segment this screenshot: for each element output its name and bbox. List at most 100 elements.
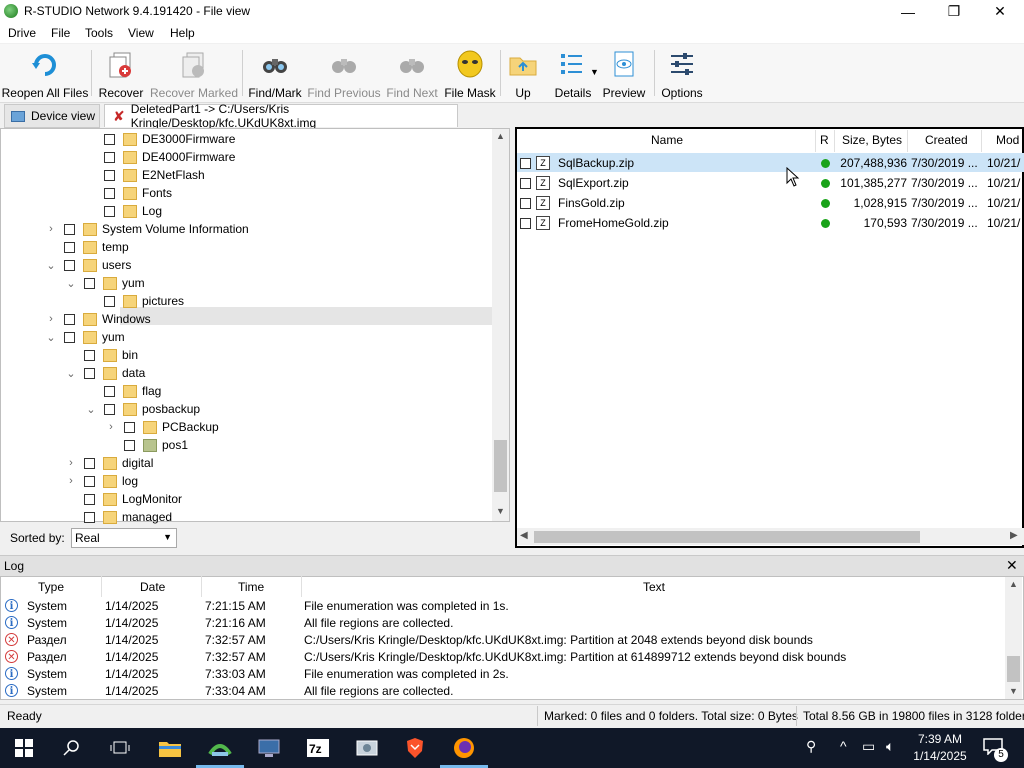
menu-file[interactable]: File [51, 26, 70, 40]
people-icon[interactable]: ⚲ [806, 738, 816, 755]
menu-drive[interactable]: Drive [8, 26, 36, 40]
tree-item[interactable]: › digital [64, 454, 153, 472]
preview-button[interactable]: Preview [600, 46, 648, 100]
tree-expander-icon[interactable]: ⌄ [44, 258, 58, 272]
file-row[interactable]: Z SqlBackup.zip 207,488,936 7/30/2019 ... 10… [517, 153, 1024, 173]
log-row[interactable]: ✕ Раздел 1/14/2025 7:32:57 AM C:/Users/Kris … [2, 648, 1005, 665]
tree-checkbox[interactable] [64, 331, 75, 343]
r-studio-taskbar-icon[interactable] [206, 734, 234, 762]
column-size[interactable]: Size, Bytes [842, 133, 902, 149]
column-divider[interactable] [834, 130, 835, 152]
tree-checkbox[interactable] [104, 295, 115, 307]
file-row[interactable]: Z SqlExport.zip 101,385,277 7/30/2019 ... 10… [517, 173, 1024, 193]
tree-item[interactable]: temp [44, 238, 129, 256]
scroll-up-arrow-icon[interactable]: ▲ [496, 131, 505, 141]
tree-checkbox[interactable] [104, 385, 115, 397]
tree-checkbox[interactable] [64, 313, 75, 325]
tree-checkbox[interactable] [84, 349, 95, 361]
sorted-by-select[interactable]: Real ▼ [71, 528, 177, 548]
tree-item[interactable]: › System Volume Information [44, 220, 249, 238]
tree-item[interactable]: managed [64, 508, 172, 526]
brave-browser-icon[interactable] [401, 734, 429, 762]
tree-expander-icon[interactable]: ⌄ [84, 402, 98, 416]
network-manager-icon[interactable] [255, 734, 283, 762]
tree-expander-icon[interactable]: ⌄ [44, 330, 58, 344]
file-mask-button[interactable]: File Mask [444, 46, 496, 100]
find-next-button[interactable]: Find Next [384, 46, 440, 100]
log-column-time[interactable]: Time [238, 580, 264, 594]
log-column-divider[interactable] [201, 576, 202, 597]
tree-expander-icon[interactable]: › [44, 222, 58, 236]
tray-chevron-up-icon[interactable]: ^ [840, 738, 847, 754]
log-column-divider[interactable] [101, 576, 102, 597]
close-button[interactable]: ✕ [977, 0, 1023, 23]
tree-checkbox[interactable] [104, 133, 115, 145]
tree-item[interactable]: Fonts [84, 184, 172, 202]
log-scroll-down-icon[interactable]: ▼ [1009, 686, 1018, 696]
tree-checkbox[interactable] [84, 493, 95, 505]
file-checkbox[interactable] [520, 217, 531, 229]
tree-item[interactable]: Log [84, 202, 162, 220]
tree-checkbox[interactable] [64, 223, 75, 235]
log-scroll-thumb[interactable] [1007, 656, 1020, 682]
tree-item[interactable]: LogMonitor [64, 490, 182, 508]
disk-utility-icon[interactable] [353, 734, 381, 762]
log-column-divider[interactable] [301, 576, 302, 597]
find-mark-button[interactable]: Find/Mark [248, 46, 302, 100]
scroll-down-arrow-icon[interactable]: ▼ [496, 506, 505, 516]
column-name[interactable]: Name [651, 133, 683, 149]
tree-checkbox[interactable] [104, 187, 115, 199]
network-icon[interactable]: ▭ [862, 738, 875, 755]
file-checkbox[interactable] [520, 177, 531, 189]
search-icon[interactable] [58, 734, 86, 762]
column-divider[interactable] [815, 130, 816, 152]
tree-item[interactable]: ⌄ users [44, 256, 131, 274]
log-column-date[interactable]: Date [140, 580, 165, 594]
tree-item[interactable]: ⌄ yum [44, 328, 124, 346]
tree-expander-icon[interactable]: ⌄ [64, 366, 78, 380]
tree-item[interactable]: flag [84, 382, 161, 400]
log-close-icon[interactable]: ✕ [1006, 557, 1018, 574]
tree-checkbox[interactable] [104, 169, 115, 181]
volume-icon[interactable]: 🔈︎ [886, 738, 894, 755]
clock-date[interactable]: 1/14/2025 [912, 749, 968, 763]
tree-checkbox[interactable] [84, 475, 95, 487]
options-button[interactable]: Options [658, 46, 706, 100]
clock-time[interactable]: 7:39 AM [912, 732, 968, 746]
column-created[interactable]: Created [925, 133, 968, 149]
tree-checkbox[interactable] [124, 439, 135, 451]
tree-checkbox[interactable] [104, 403, 115, 415]
tree-item[interactable]: pos1 [104, 436, 188, 454]
column-divider[interactable] [907, 130, 908, 152]
tree-expander-icon[interactable]: › [64, 456, 78, 470]
file-checkbox[interactable] [520, 197, 531, 209]
file-row[interactable]: Z FromeHomeGold.zip 170,593 7/30/2019 ... 10… [517, 213, 1024, 233]
tree-item[interactable]: pictures [84, 292, 184, 310]
log-scroll-up-icon[interactable]: ▲ [1009, 579, 1018, 589]
tree-scroll-thumb[interactable] [494, 440, 507, 492]
firefox-icon[interactable] [450, 734, 478, 762]
log-row[interactable]: i System 1/14/2025 7:33:03 AM File enumerati… [2, 665, 1005, 682]
task-view-icon[interactable] [106, 734, 134, 762]
tree-checkbox[interactable] [104, 151, 115, 163]
column-divider[interactable] [981, 130, 982, 152]
log-column-type[interactable]: Type [38, 580, 64, 594]
tree-item[interactable]: bin [64, 346, 138, 364]
tree-checkbox[interactable] [84, 277, 95, 289]
tab-deleted-part[interactable]: ✘ DeletedPart1 -> C:/Users/Kris Kringle/… [104, 102, 458, 130]
log-column-text[interactable]: Text [643, 580, 665, 594]
tree-expander-icon[interactable]: › [44, 312, 58, 326]
tree-expander-icon[interactable]: › [64, 474, 78, 488]
details-dropdown-icon[interactable]: ▼ [590, 67, 599, 77]
minimize-button[interactable]: — [885, 0, 931, 23]
log-row[interactable]: i System 1/14/2025 7:21:15 AM File enumerati… [2, 597, 1005, 614]
tree-expander-icon[interactable]: ⌄ [64, 276, 78, 290]
find-previous-button[interactable]: Find Previous [307, 46, 381, 100]
maximize-button[interactable]: ❐ [931, 0, 977, 23]
file-hscroll-thumb[interactable] [534, 531, 920, 543]
tree-item[interactable]: ⌄ yum [64, 274, 144, 292]
file-checkbox[interactable] [520, 157, 531, 169]
tree-checkbox[interactable] [84, 457, 95, 469]
tree-checkbox[interactable] [84, 367, 95, 379]
menu-tools[interactable]: Tools [85, 26, 113, 40]
